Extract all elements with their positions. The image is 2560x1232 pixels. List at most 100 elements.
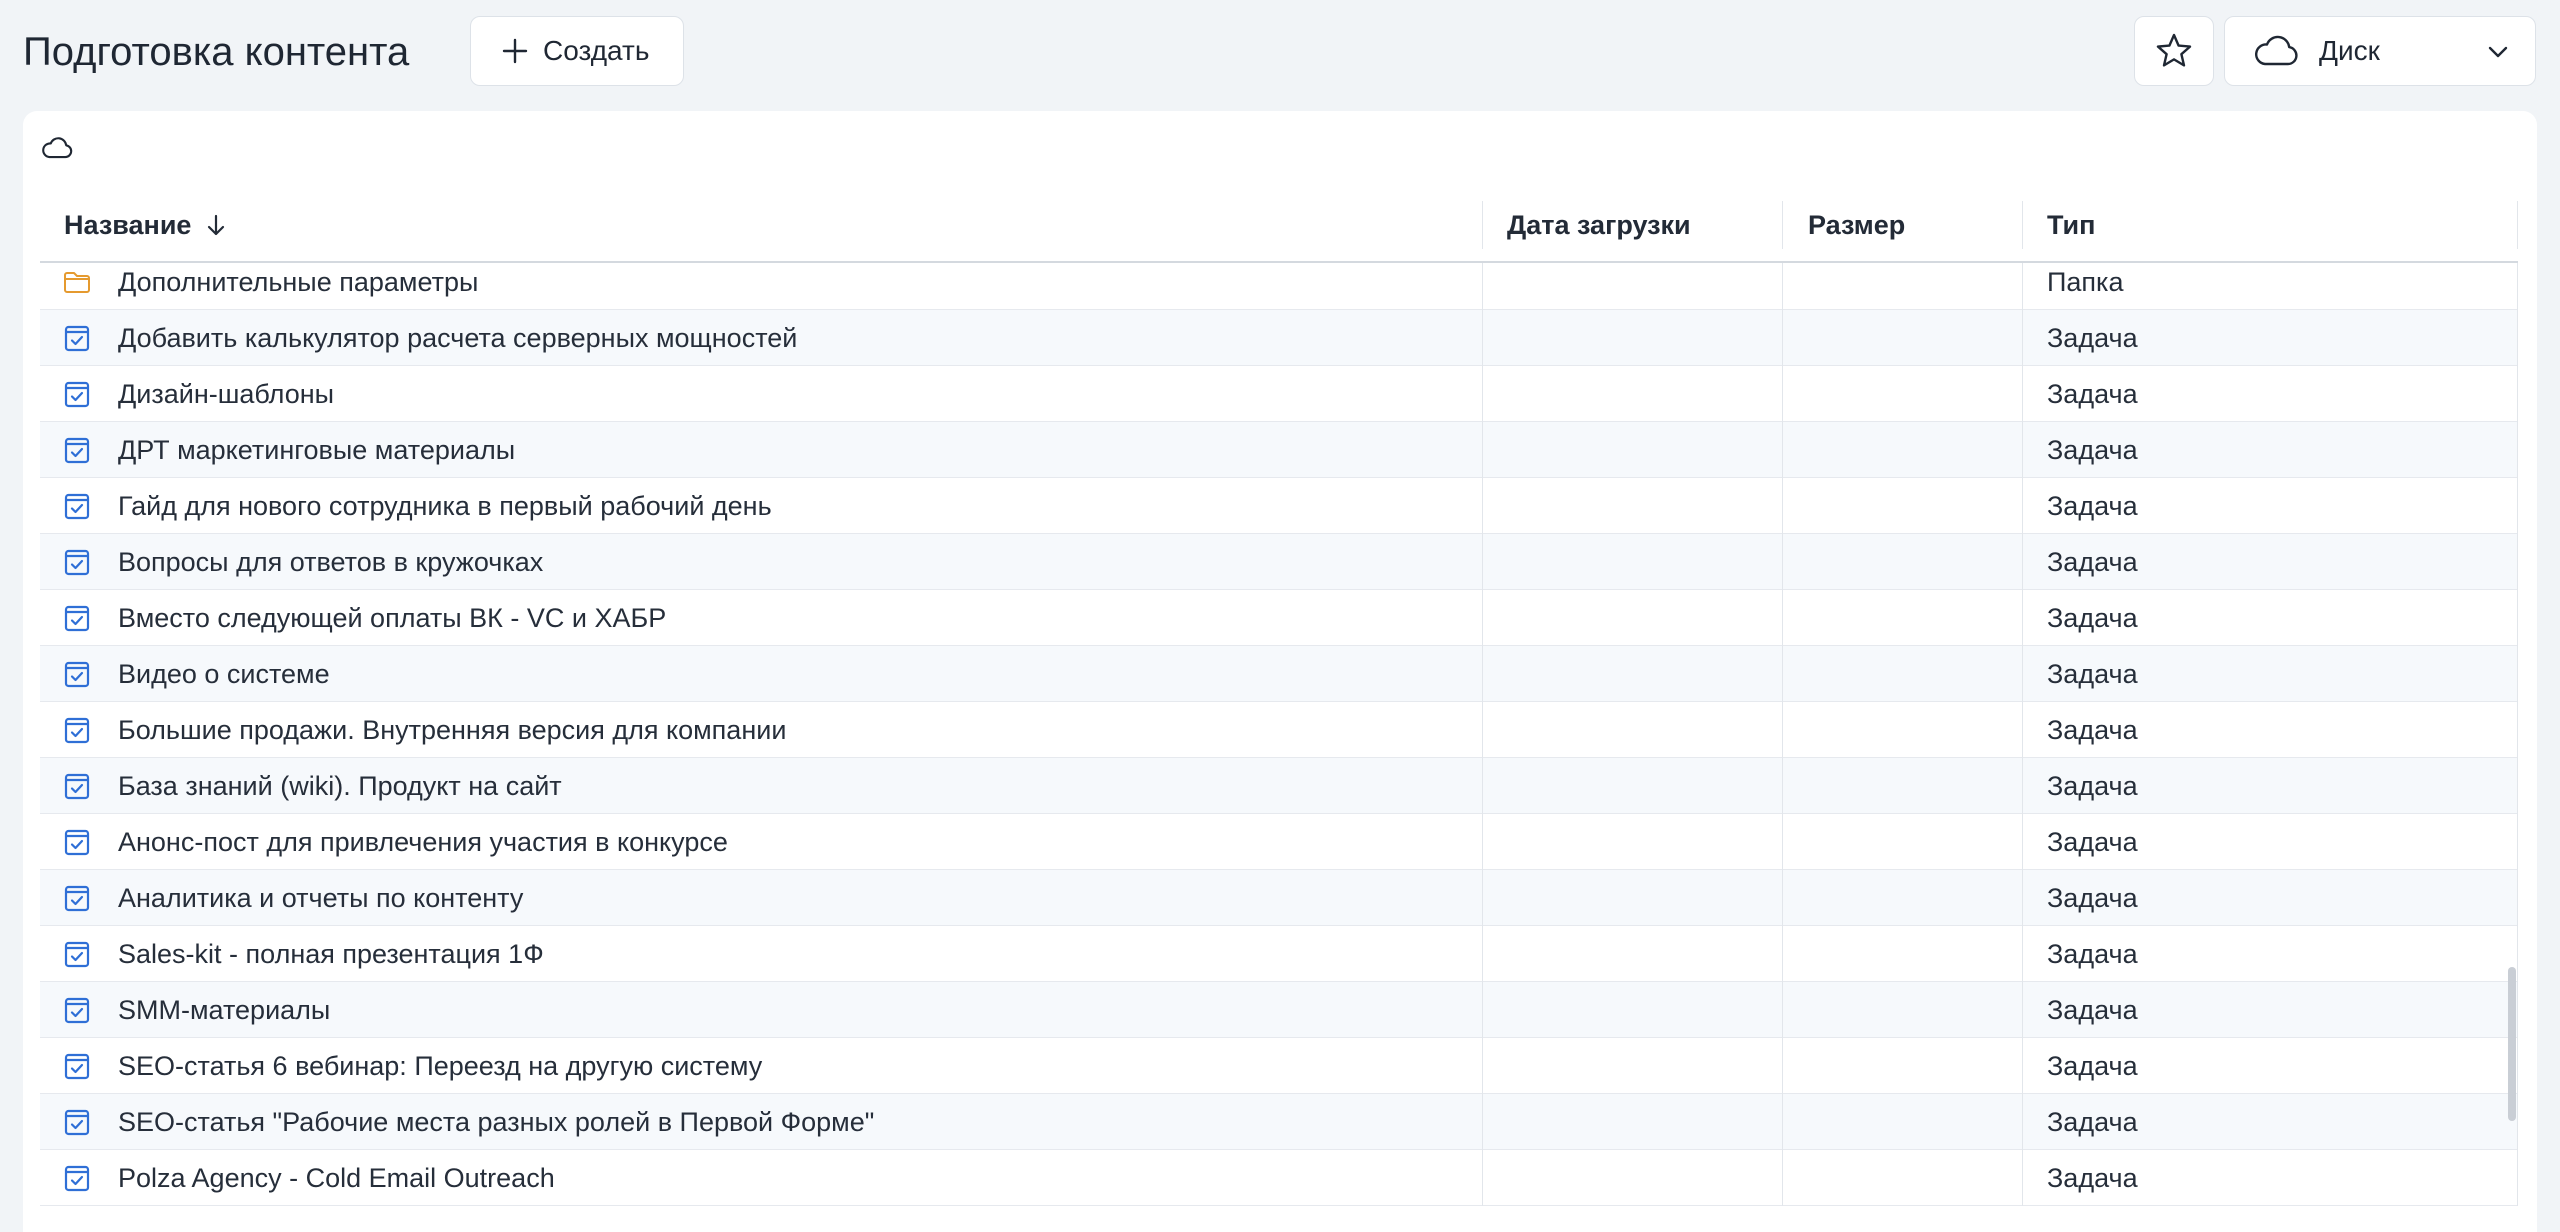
- row-name: Вместо следующей оплаты ВК - VC и ХАБР: [118, 603, 667, 633]
- table-row[interactable]: SEO-статья 6 вебинар: Переезд на другую …: [40, 1038, 2518, 1094]
- table-row[interactable]: ДРТ маркетинговые материалы Задача: [40, 422, 2518, 478]
- row-name: Аналитика и отчеты по контенту: [118, 883, 524, 913]
- cell-divider: [1782, 926, 1783, 982]
- cell-divider: [2022, 1150, 2023, 1206]
- cell-divider: [1782, 1038, 1783, 1094]
- column-header-size[interactable]: Размер: [1808, 187, 1905, 263]
- cell-divider: [1482, 366, 1483, 422]
- create-button[interactable]: Создать: [470, 16, 684, 86]
- task-icon: [64, 437, 90, 464]
- row-type: Задача: [2047, 1163, 2138, 1193]
- row-name: Большие продажи. Внутренняя версия для к…: [118, 715, 787, 745]
- row-name: SEO-статья 6 вебинар: Переезд на другую …: [118, 1051, 763, 1081]
- row-type: Задача: [2047, 491, 2138, 521]
- column-header-name[interactable]: Название: [64, 187, 227, 263]
- table-row[interactable]: Вместо следующей оплаты ВК - VC и ХАБР За…: [40, 590, 2518, 646]
- row-type: Задача: [2047, 603, 2138, 633]
- row-type: Задача: [2047, 659, 2138, 689]
- task-icon: [64, 941, 90, 968]
- cell-divider: [2517, 310, 2518, 366]
- cell-divider: [1782, 646, 1783, 702]
- cell-divider: [2022, 1038, 2023, 1094]
- file-list-panel: Дополнительные параметры Папка Добавить ка…: [23, 111, 2537, 1232]
- table-row[interactable]: Добавить калькулятор расчета серверных м…: [40, 310, 2518, 366]
- table-row[interactable]: Polza Agency - Cold Email Outreach Задача: [40, 1150, 2518, 1206]
- cell-divider: [1482, 646, 1483, 702]
- task-icon: [64, 997, 90, 1024]
- cell-divider: [1482, 1038, 1483, 1094]
- column-header-date-label: Дата загрузки: [1507, 209, 1691, 240]
- cell-divider: [1782, 702, 1783, 758]
- star-icon: [2156, 33, 2192, 67]
- cell-divider: [2517, 814, 2518, 870]
- cell-divider: [1482, 310, 1483, 366]
- row-name: SEO-статья "Рабочие места разных ролей в…: [118, 1107, 875, 1137]
- cell-divider: [1482, 1150, 1483, 1206]
- storage-select[interactable]: Диск: [2224, 16, 2536, 86]
- cell-divider: [2022, 422, 2023, 478]
- column-header-name-label: Название: [64, 209, 192, 240]
- column-divider: [2517, 201, 2518, 249]
- table-row[interactable]: Анонс-пост для привлечения участия в кон…: [40, 814, 2518, 870]
- cell-divider: [1482, 926, 1483, 982]
- cell-divider: [2022, 982, 2023, 1038]
- table-row[interactable]: База знаний (wiki). Продукт на сайт Задач…: [40, 758, 2518, 814]
- table-row[interactable]: Большие продажи. Внутренняя версия для к…: [40, 702, 2518, 758]
- task-icon: [64, 885, 90, 912]
- cell-divider: [2517, 422, 2518, 478]
- cell-divider: [2022, 534, 2023, 590]
- scrollbar-thumb[interactable]: [2508, 967, 2516, 1121]
- row-name: Видео о системе: [118, 659, 330, 689]
- task-icon: [64, 1053, 90, 1080]
- favorite-button[interactable]: [2134, 16, 2214, 86]
- cell-divider: [1482, 870, 1483, 926]
- task-icon: [64, 605, 90, 632]
- cell-divider: [2517, 1094, 2518, 1150]
- task-icon: [64, 325, 90, 352]
- table-row[interactable]: Sales-kit - полная презентация 1Ф Задача: [40, 926, 2518, 982]
- row-name: ДРТ маркетинговые материалы: [118, 435, 516, 465]
- column-divider[interactable]: [2022, 201, 2023, 249]
- row-type: Задача: [2047, 435, 2138, 465]
- row-type: Задача: [2047, 379, 2138, 409]
- table-row[interactable]: Дизайн-шаблоны Задача: [40, 366, 2518, 422]
- column-header-type-label: Тип: [2047, 209, 2096, 240]
- cell-divider: [1482, 422, 1483, 478]
- row-type: Задача: [2047, 1107, 2138, 1137]
- row-type: Задача: [2047, 547, 2138, 577]
- task-icon: [64, 381, 90, 408]
- folder-icon: [64, 272, 90, 293]
- row-type: Задача: [2047, 939, 2138, 969]
- cell-divider: [1782, 870, 1783, 926]
- table-row[interactable]: SEO-статья "Рабочие места разных ролей в…: [40, 1094, 2518, 1150]
- task-icon: [64, 829, 90, 856]
- table-row[interactable]: Вопросы для ответов в кружочках Задача: [40, 534, 2518, 590]
- cell-divider: [2517, 366, 2518, 422]
- table-row[interactable]: Видео о системе Задача: [40, 646, 2518, 702]
- cell-divider: [1482, 590, 1483, 646]
- cell-divider: [2022, 646, 2023, 702]
- column-divider[interactable]: [1482, 201, 1483, 249]
- cell-divider: [2022, 870, 2023, 926]
- cell-divider: [1482, 534, 1483, 590]
- cell-divider: [2517, 982, 2518, 1038]
- column-divider[interactable]: [1782, 201, 1783, 249]
- row-name: Sales-kit - полная презентация 1Ф: [118, 939, 544, 969]
- table-row[interactable]: Аналитика и отчеты по контенту Задача: [40, 870, 2518, 926]
- cell-divider: [2022, 1094, 2023, 1150]
- task-icon: [64, 661, 90, 688]
- cloud-icon: [2255, 35, 2298, 66]
- cell-divider: [2517, 926, 2518, 982]
- cell-divider: [1782, 422, 1783, 478]
- cell-divider: [2517, 646, 2518, 702]
- column-header-type[interactable]: Тип: [2047, 187, 2095, 263]
- row-name: Вопросы для ответов в кружочках: [118, 547, 544, 577]
- table-row[interactable]: Гайд для нового сотрудника в первый рабо…: [40, 478, 2518, 534]
- row-name: SMM-материалы: [118, 995, 331, 1025]
- cell-divider: [2022, 310, 2023, 366]
- column-header-date[interactable]: Дата загрузки: [1507, 187, 1691, 263]
- chevron-down-icon: [2488, 46, 2508, 58]
- task-icon: [64, 1109, 90, 1136]
- row-type: Задача: [2047, 995, 2138, 1025]
- table-row[interactable]: SMM-материалы Задача: [40, 982, 2518, 1038]
